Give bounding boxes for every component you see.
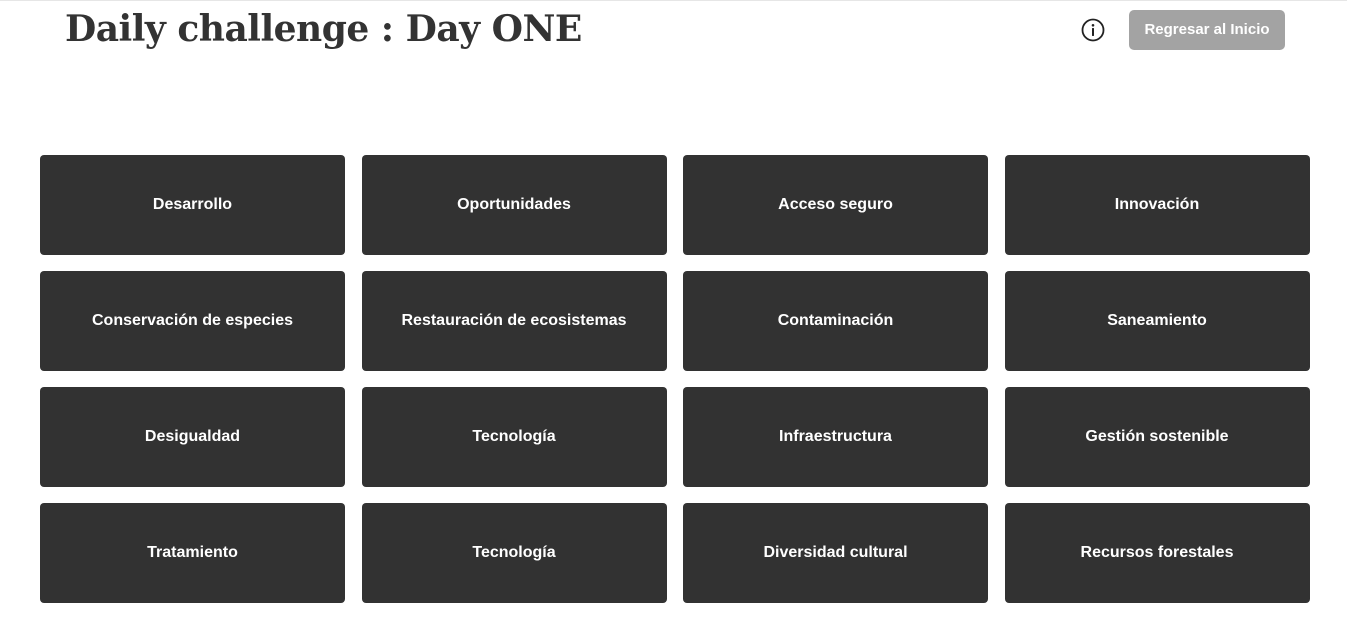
challenge-tile[interactable]: Conservación de especies — [40, 271, 345, 371]
challenge-tile[interactable]: Saneamiento — [1004, 271, 1310, 371]
challenge-tile[interactable]: Tecnología — [361, 387, 667, 487]
challenge-tile[interactable]: Acceso seguro — [683, 155, 988, 255]
challenge-tile[interactable]: Oportunidades — [361, 155, 667, 255]
challenge-tile[interactable]: Recursos forestales — [1004, 503, 1310, 603]
challenge-tile[interactable]: Innovación — [1004, 155, 1310, 255]
challenge-grid: Desarrollo Oportunidades Acceso seguro I… — [40, 155, 1310, 603]
challenge-tile[interactable]: Contaminación — [683, 271, 988, 371]
challenge-tile[interactable]: Desigualdad — [40, 387, 345, 487]
home-button[interactable]: Regresar al Inicio — [1129, 10, 1285, 50]
challenge-tile[interactable]: Tecnología — [361, 503, 667, 603]
page-title: Daily challenge : Day ONE — [65, 8, 582, 50]
info-button[interactable] — [1080, 17, 1106, 43]
top-border — [0, 0, 1347, 1]
challenge-tile[interactable]: Infraestructura — [683, 387, 988, 487]
challenge-tile[interactable]: Restauración de ecosistemas — [361, 271, 667, 371]
challenge-tile[interactable]: Desarrollo — [40, 155, 345, 255]
info-circle-icon — [1080, 17, 1106, 43]
challenge-tile[interactable]: Gestión sostenible — [1004, 387, 1310, 487]
challenge-tile[interactable]: Diversidad cultural — [683, 503, 988, 603]
challenge-tile[interactable]: Tratamiento — [40, 503, 345, 603]
